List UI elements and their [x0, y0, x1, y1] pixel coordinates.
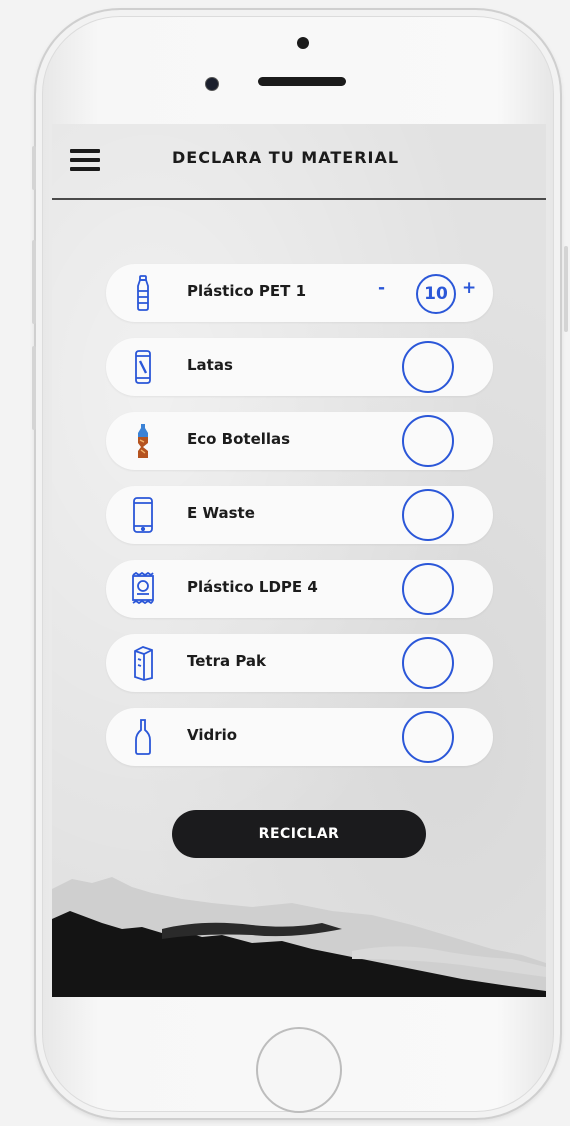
- material-item-ldpe[interactable]: Plástico LDPE 4: [106, 560, 493, 618]
- app-screen: DECLARA TU MATERIAL Plástico PET 1 - 10 …: [52, 124, 546, 997]
- volume-down-button: [32, 346, 36, 430]
- quantity-counter[interactable]: 10: [416, 274, 456, 314]
- tetra-pak-icon: [132, 645, 154, 681]
- decrement-button[interactable]: -: [378, 278, 385, 298]
- quantity-selector[interactable]: [402, 415, 454, 467]
- page-title: DECLARA TU MATERIAL: [172, 148, 400, 167]
- earpiece-speaker: [258, 77, 346, 86]
- material-label: Vidrio: [187, 726, 238, 744]
- app-header: DECLARA TU MATERIAL: [52, 124, 546, 200]
- pet-bottle-icon: [132, 275, 154, 311]
- front-camera-icon: [205, 77, 219, 91]
- material-item-latas[interactable]: Latas: [106, 338, 493, 396]
- quantity-selector[interactable]: [402, 637, 454, 689]
- plastic-bag-icon: [132, 571, 154, 607]
- material-item-e-waste[interactable]: E Waste: [106, 486, 493, 544]
- material-label: Eco Botellas: [187, 430, 291, 448]
- material-item-vidrio[interactable]: Vidrio: [106, 708, 493, 766]
- material-list: Plástico PET 1 - 10 + Latas Eco Botellas…: [106, 264, 493, 782]
- quantity-selector[interactable]: [402, 341, 454, 393]
- power-button: [564, 246, 568, 332]
- proximity-sensor: [297, 37, 309, 49]
- volume-up-button: [32, 240, 36, 324]
- material-label: Latas: [187, 356, 233, 374]
- eco-bottle-icon: [132, 423, 154, 459]
- material-label: E Waste: [187, 504, 255, 522]
- material-label: Plástico PET 1: [187, 282, 307, 300]
- material-label: Tetra Pak: [187, 652, 267, 670]
- material-item-eco-botellas[interactable]: Eco Botellas: [106, 412, 493, 470]
- material-item-pet[interactable]: Plástico PET 1 - 10 +: [106, 264, 493, 322]
- quantity-selector[interactable]: [402, 563, 454, 615]
- phone-device-icon: [132, 497, 154, 533]
- mute-switch: [32, 146, 36, 190]
- glass-bottle-icon: [132, 719, 154, 755]
- hamburger-menu-icon[interactable]: [70, 149, 100, 171]
- material-label: Plástico LDPE 4: [187, 578, 318, 596]
- can-icon: [132, 349, 154, 385]
- recycle-button[interactable]: RECICLAR: [172, 810, 426, 858]
- material-item-tetra-pak[interactable]: Tetra Pak: [106, 634, 493, 692]
- increment-button[interactable]: +: [462, 278, 476, 298]
- quantity-selector[interactable]: [402, 711, 454, 763]
- home-button[interactable]: [256, 1027, 342, 1113]
- quantity-selector[interactable]: [402, 489, 454, 541]
- torn-paper-terrain-decoration: [52, 877, 546, 997]
